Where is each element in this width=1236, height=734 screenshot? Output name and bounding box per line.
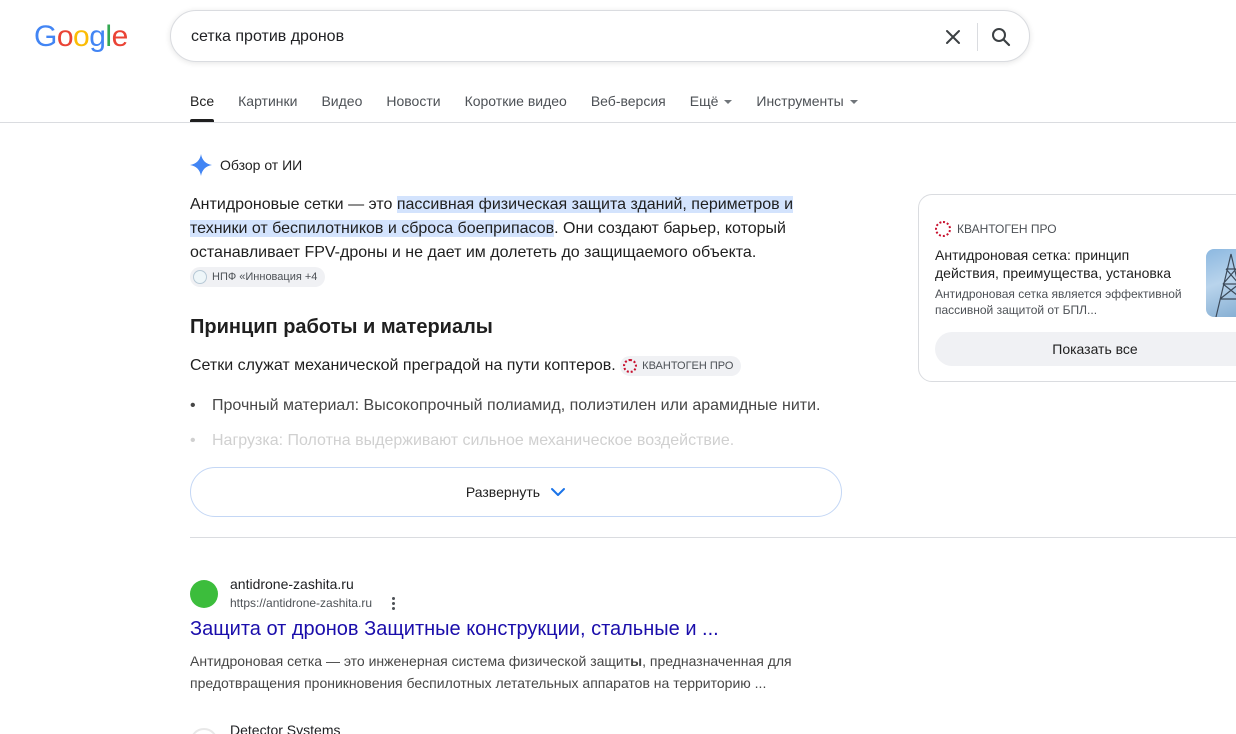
search-divider: [977, 23, 978, 51]
tabs-divider: [0, 122, 1236, 123]
tab-label: Веб-версия: [590, 93, 666, 109]
tab-label: Все: [190, 93, 215, 109]
tab-images[interactable]: Картинки: [238, 80, 297, 122]
clear-search-button[interactable]: [939, 23, 967, 51]
close-icon: [946, 30, 960, 44]
tower-net-image: [1215, 253, 1236, 317]
card-title[interactable]: Антидроновая сетка: принцип действия, пр…: [935, 246, 1185, 282]
source-card[interactable]: КВАНТОГЕН ПРО Антидроновая сетка: принци…: [918, 194, 1236, 382]
tab-label: Инструменты: [756, 93, 844, 109]
kvantogen-logo-icon: [623, 358, 638, 373]
search-input[interactable]: [191, 25, 931, 49]
caret-down-icon: [849, 100, 858, 105]
chevron-down-icon: [551, 488, 566, 496]
tab-more[interactable]: Ещё: [690, 80, 733, 122]
tab-all[interactable]: Все: [190, 80, 215, 122]
search-button[interactable]: [987, 23, 1015, 51]
show-all-button[interactable]: Показать все: [935, 332, 1236, 366]
expand-label: Развернуть: [465, 484, 541, 500]
card-source-label: КВАНТОГЕН ПРО: [957, 222, 1057, 236]
card-thumbnail[interactable]: [1206, 249, 1236, 317]
gemini-sparkle-icon: [190, 154, 212, 176]
logo-letter: g: [89, 20, 106, 53]
ai-section-sentence: Сетки служат механической преградой на п…: [190, 357, 616, 374]
bullet-icon: •: [190, 397, 196, 414]
tab-news[interactable]: Новости: [386, 80, 440, 122]
list-item: • Прочный материал: Высокопрочный полиами…: [190, 394, 820, 418]
search-box: [170, 10, 1030, 62]
tab-label: Ещё: [689, 93, 719, 109]
kvantogen-logo-icon: [935, 221, 951, 237]
source-chip-label: КВАНТОГЕН ПРО: [642, 359, 734, 372]
tab-label: Короткие видео: [464, 93, 567, 109]
ai-section-text: Сетки служат механической преградой на п…: [190, 354, 742, 378]
list-item-text: Прочный материал: Высокопрочный полиамид…: [212, 397, 821, 414]
result-site-name[interactable]: Detector Systems: [230, 722, 340, 734]
list-item-faded: • Нагрузка: Полотна выдерживают сильное м…: [190, 429, 810, 451]
tab-label: Видео: [321, 93, 363, 109]
tab-label: Новости: [386, 93, 441, 109]
snippet-text: Антидроновая сетка — это инженерная сист…: [190, 653, 631, 669]
list-item-text: Нагрузка: Полотна выдерживают сильное ме…: [212, 432, 735, 449]
site-favicon-icon[interactable]: [190, 580, 218, 608]
logo-letter: e: [111, 20, 129, 53]
expand-button[interactable]: Развернуть: [190, 467, 842, 517]
ai-text-start: Антидроновые сетки — это: [190, 196, 397, 213]
logo-letter: o: [73, 20, 90, 53]
site-favicon-icon[interactable]: [190, 728, 218, 734]
tab-web[interactable]: Веб-версия: [591, 80, 666, 122]
search-tabs: Все Картинки Видео Новости Короткие виде…: [190, 80, 882, 122]
tab-short-videos[interactable]: Короткие видео: [465, 80, 567, 122]
logo-letter: o: [56, 20, 74, 53]
ai-overview-label: Обзор от ИИ: [220, 157, 303, 173]
tab-videos[interactable]: Видео: [321, 80, 362, 122]
result-url[interactable]: https://antidrone-zashita.ru: [230, 596, 372, 610]
ai-section-heading: Принцип работы и материалы: [190, 316, 493, 338]
source-chip[interactable]: НПФ «Инновация +4: [190, 266, 326, 287]
tab-label: Картинки: [238, 93, 298, 109]
card-description: Антидроновая сетка является эффективной …: [935, 287, 1182, 317]
more-options-icon[interactable]: [386, 595, 400, 611]
caret-down-icon: [724, 100, 733, 105]
source-chip-label: НПФ «Инновация +4: [212, 270, 318, 283]
ai-overview-paragraph: Антидроновые сетки — это пассивная физич…: [190, 193, 810, 289]
source-chip[interactable]: КВАНТОГЕН ПРО: [620, 355, 742, 376]
result-site-name[interactable]: antidrone-zashita.ru: [230, 576, 354, 592]
card-source: КВАНТОГЕН ПРО: [935, 221, 1057, 237]
ai-overview-header: Обзор от ИИ: [190, 154, 302, 176]
result-snippet: Антидроновая сетка — это инженерная сист…: [190, 650, 810, 694]
snippet-bold: ы: [630, 653, 643, 669]
logo-letter: G: [34, 20, 57, 53]
source-favicon-icon: [193, 269, 207, 284]
search-icon: [992, 28, 1011, 47]
result-title-link[interactable]: Защита от дронов Защитные конструкции, с…: [190, 618, 719, 641]
tab-tools[interactable]: Инструменты: [756, 80, 858, 122]
section-divider: [190, 537, 1236, 538]
bullet-icon: •: [190, 432, 196, 449]
google-logo[interactable]: Google: [34, 20, 128, 54]
